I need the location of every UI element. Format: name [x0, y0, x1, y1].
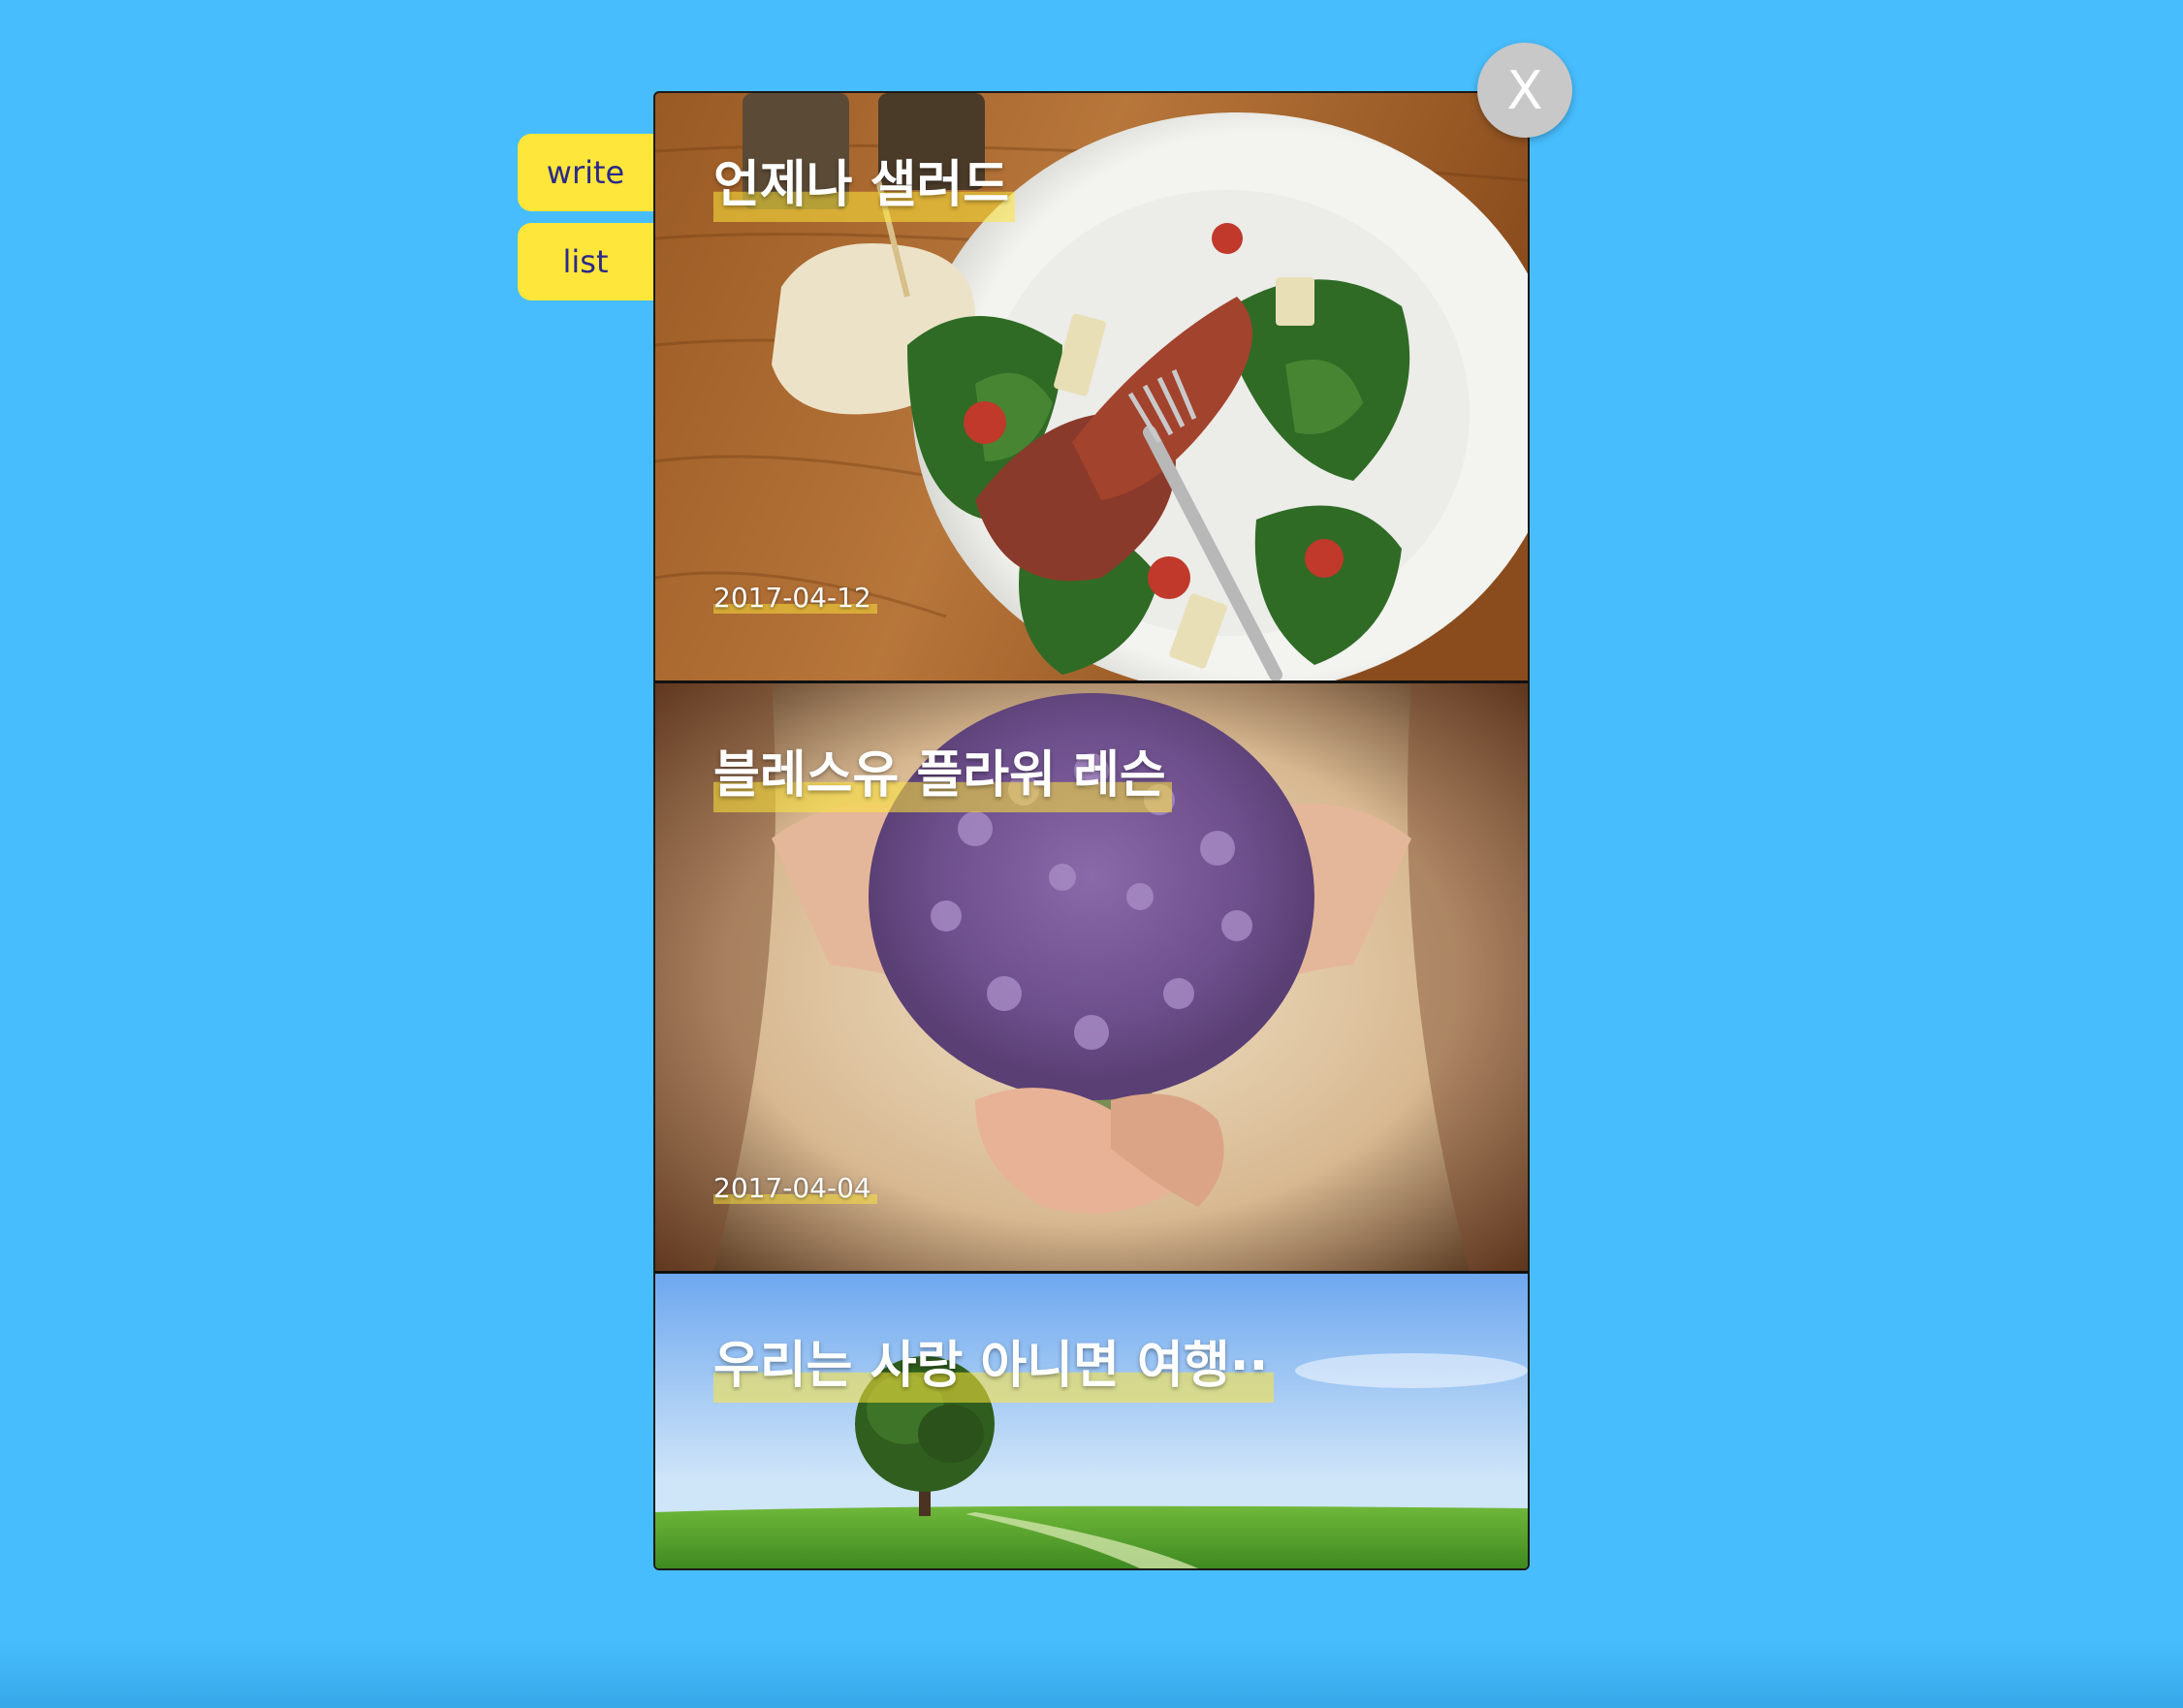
- post-title[interactable]: 우리는 사랑 아니면 여행··: [713, 1324, 1275, 1403]
- post-card[interactable]: 언제나 샐러드 2017-04-12: [655, 93, 1528, 683]
- list-button[interactable]: list: [518, 223, 653, 300]
- side-nav: write list: [518, 134, 653, 312]
- post-card[interactable]: 블레스유 플라워 레슨 2017-04-04: [655, 683, 1528, 1274]
- write-button[interactable]: write: [518, 134, 653, 211]
- post-date: 2017-04-12: [713, 582, 877, 614]
- post-title[interactable]: 언제나 샐러드: [713, 143, 1016, 222]
- bottom-shade: [0, 1640, 2183, 1708]
- close-button[interactable]: X: [1477, 43, 1572, 138]
- post-date: 2017-04-04: [713, 1172, 877, 1204]
- post-card[interactable]: 우리는 사랑 아니면 여행··: [655, 1274, 1528, 1568]
- post-title[interactable]: 블레스유 플라워 레슨: [713, 734, 1172, 812]
- post-feed[interactable]: 언제나 샐러드 2017-04-12 블레스유 플라워 레슨 2017-04-0…: [653, 91, 1530, 1570]
- tree-field-photo: [655, 1274, 1528, 1568]
